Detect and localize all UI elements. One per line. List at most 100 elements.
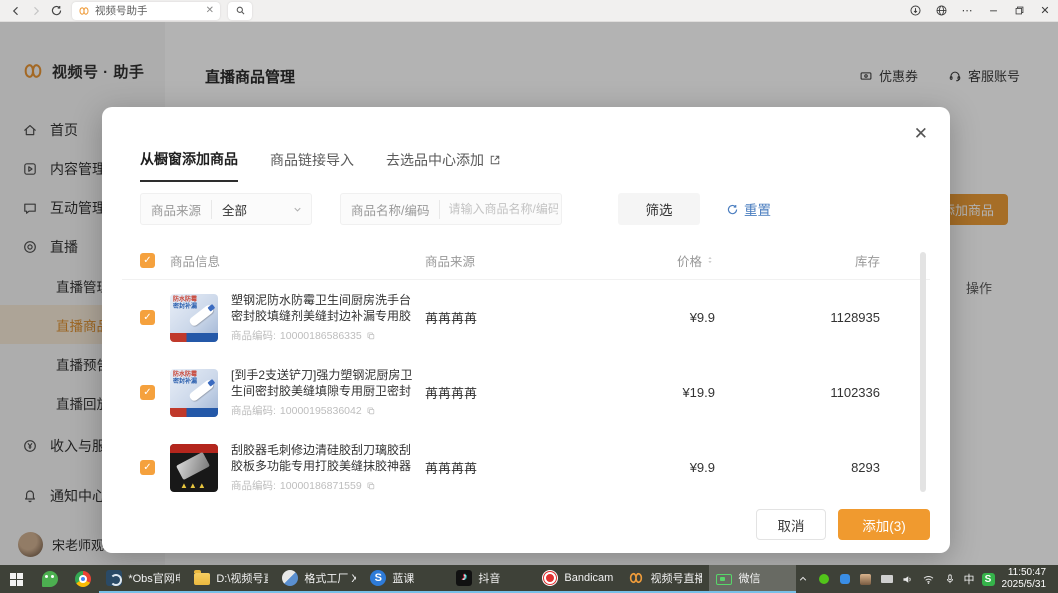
screen: 视频号助手 ✕ ⋯ ✕ 视频号 · 助手 bbox=[0, 0, 1058, 593]
modal-scrollbar[interactable] bbox=[920, 252, 926, 492]
taskbar-app-label: 抖音 bbox=[478, 570, 500, 586]
tab-close-icon[interactable]: ✕ bbox=[206, 6, 214, 16]
tab-search-button[interactable] bbox=[228, 2, 252, 20]
thumb-text: 密封补漏 bbox=[173, 379, 197, 386]
taskbar-wechat-pinned[interactable] bbox=[33, 565, 66, 593]
product-name-input[interactable] bbox=[440, 202, 558, 216]
thumb-banner bbox=[170, 408, 218, 417]
taskbar-app-label: 蓝课 bbox=[392, 570, 414, 586]
taskbar-app-label: 微信 bbox=[738, 570, 760, 586]
tray-app-icon[interactable] bbox=[838, 571, 852, 587]
taskbar-clock[interactable]: 11:50:47 2025/5/31 bbox=[1002, 567, 1051, 591]
wechat-icon bbox=[42, 571, 58, 587]
product-source-select[interactable]: 商品来源 全部 bbox=[140, 193, 312, 225]
start-button[interactable] bbox=[0, 565, 33, 593]
tray-device-icon[interactable] bbox=[880, 571, 894, 587]
column-price-label: 价格 bbox=[677, 251, 702, 270]
taskbar-app-lanke[interactable]: S 蓝课 bbox=[363, 565, 449, 593]
tray-mic-icon[interactable] bbox=[943, 571, 957, 587]
cancel-button[interactable]: 取消 bbox=[756, 509, 826, 540]
table-header: ✓ 商品信息 商品来源 价格 库存 bbox=[140, 247, 880, 273]
windows-start-icon bbox=[10, 573, 23, 586]
taskbar-app-channels-live[interactable]: 视频号直播伴侣 bbox=[621, 565, 709, 593]
select-all-checkbox[interactable]: ✓ bbox=[140, 253, 155, 268]
product-source: 苒苒苒苒 bbox=[425, 458, 555, 477]
browser-forward-icon[interactable] bbox=[26, 2, 46, 20]
taskbar-app-formatfactory[interactable]: 格式工厂 X64 ... bbox=[275, 565, 363, 593]
douyin-glyph: ♪ bbox=[462, 571, 468, 583]
app-window: 视频号 · 助手 首页 内容管理 互动管理 直播 bbox=[0, 22, 1058, 565]
confirm-add-button[interactable]: 添加(3) bbox=[838, 509, 930, 540]
copy-icon[interactable] bbox=[366, 331, 376, 341]
product-thumbnail: 防水防霉 密封补漏 bbox=[170, 369, 218, 417]
product-title[interactable]: 塑钢泥防水防霉卫生间厨房洗手台密封胶填缝剂美缝封边补漏专用胶150ml... bbox=[231, 292, 413, 324]
taskbar-chrome-pinned[interactable] bbox=[66, 565, 99, 593]
tray-volume-icon[interactable] bbox=[901, 571, 915, 587]
reset-button[interactable]: 重置 bbox=[726, 199, 771, 219]
thumb-tool-shape bbox=[176, 451, 210, 479]
reset-icon bbox=[726, 203, 739, 216]
search-field-label: 商品名称/编码 bbox=[341, 200, 440, 219]
modal-close-icon[interactable]: ✕ bbox=[914, 125, 928, 142]
browser-menu-icon[interactable]: ⋯ bbox=[954, 1, 980, 21]
channels-live-icon bbox=[628, 570, 644, 586]
product-code-label: 商品编码: bbox=[231, 328, 276, 343]
product-code: 10000186586335 bbox=[280, 330, 362, 342]
tab-import-product-link[interactable]: 商品链接导入 bbox=[270, 149, 354, 182]
column-price[interactable]: 价格 bbox=[555, 251, 715, 270]
product-title[interactable]: 刮胶器毛刺修边清硅胶刮刀璃胶刮胶板多功能专用打胶美缝抹胶神器 bbox=[231, 442, 413, 474]
tray-expand-icon[interactable] bbox=[796, 571, 810, 587]
add-product-modal: ✕ 从橱窗添加商品 商品链接导入 去选品中心添加 商品来源 全部 bbox=[102, 107, 950, 553]
ime-indicator[interactable]: 中 bbox=[964, 571, 975, 587]
sogou-input-icon[interactable]: S bbox=[982, 573, 995, 586]
tray-avatar-icon[interactable] bbox=[859, 571, 873, 587]
tab-add-from-showcase[interactable]: 从橱窗添加商品 bbox=[140, 149, 238, 182]
tab-label: 去选品中心添加 bbox=[386, 150, 484, 170]
browser-back-icon[interactable] bbox=[6, 2, 26, 20]
row-checkbox[interactable]: ✓ bbox=[140, 385, 155, 400]
system-tray: 中 S 11:50:47 2025/5/31 bbox=[796, 565, 1058, 593]
taskbar-app-obs[interactable]: *Obs官网电脑... bbox=[99, 565, 187, 593]
tray-wifi-icon[interactable] bbox=[922, 571, 936, 587]
download-icon[interactable] bbox=[902, 1, 928, 21]
search-icon bbox=[235, 5, 246, 16]
column-stock: 库存 bbox=[715, 251, 880, 270]
filter-button[interactable]: 筛选 bbox=[618, 193, 700, 225]
clock-time: 11:50:47 bbox=[1002, 567, 1047, 579]
tray-wechat-icon[interactable] bbox=[817, 571, 831, 587]
tab-goto-selection-center[interactable]: 去选品中心添加 bbox=[386, 149, 501, 182]
thumb-triangles: ▲▲▲ bbox=[180, 482, 207, 490]
chevron-down-icon bbox=[292, 204, 303, 215]
browser-toolbar: 视频号助手 ✕ ⋯ ✕ bbox=[0, 0, 1058, 22]
product-code-label: 商品编码: bbox=[231, 403, 276, 418]
folder-icon bbox=[194, 573, 210, 585]
browser-reload-icon[interactable] bbox=[46, 2, 66, 20]
product-stock: 1128935 bbox=[715, 310, 880, 325]
row-checkbox[interactable]: ✓ bbox=[140, 460, 155, 475]
column-product-info: 商品信息 bbox=[170, 251, 425, 270]
window-minimize-icon[interactable] bbox=[980, 1, 1006, 21]
sort-icon bbox=[705, 254, 715, 266]
copy-icon[interactable] bbox=[366, 406, 376, 416]
chrome-icon bbox=[75, 571, 91, 587]
reset-label: 重置 bbox=[744, 199, 771, 219]
product-list: ✓ 防水防霉 密封补漏 塑钢泥防水防霉卫生间厨房洗手台密封胶填缝剂美缝封边补漏专… bbox=[140, 280, 880, 505]
bandicam-icon bbox=[542, 570, 558, 586]
taskbar-app-label: Bandicam bbox=[564, 572, 613, 584]
window-close-icon[interactable]: ✕ bbox=[1032, 1, 1058, 21]
globe-icon[interactable] bbox=[928, 1, 954, 21]
taskbar: *Obs官网电脑... D:\视频号直播... 格式工厂 X64 ... S 蓝… bbox=[0, 565, 1058, 593]
product-code: 10000195836042 bbox=[280, 405, 362, 417]
lanke-icon: S bbox=[370, 570, 386, 586]
taskbar-app-bandicam[interactable]: Bandicam bbox=[535, 565, 621, 593]
taskbar-app-douyin[interactable]: ♪ 抖音 bbox=[449, 565, 535, 593]
product-title[interactable]: [到手2支送铲刀]强力塑钢泥厨房卫生间密封胶美缝填隙专用厨卫密封胶150M... bbox=[231, 367, 413, 399]
weixin-screen-icon bbox=[716, 574, 732, 585]
row-checkbox[interactable]: ✓ bbox=[140, 310, 155, 325]
taskbar-app-weixin-active[interactable]: 微信 bbox=[709, 565, 795, 593]
tab-title: 视频号助手 bbox=[95, 3, 201, 18]
copy-icon[interactable] bbox=[366, 481, 376, 491]
window-restore-icon[interactable] bbox=[1006, 1, 1032, 21]
browser-tab[interactable]: 视频号助手 ✕ bbox=[72, 2, 220, 20]
taskbar-app-explorer[interactable]: D:\视频号直播... bbox=[187, 565, 275, 593]
